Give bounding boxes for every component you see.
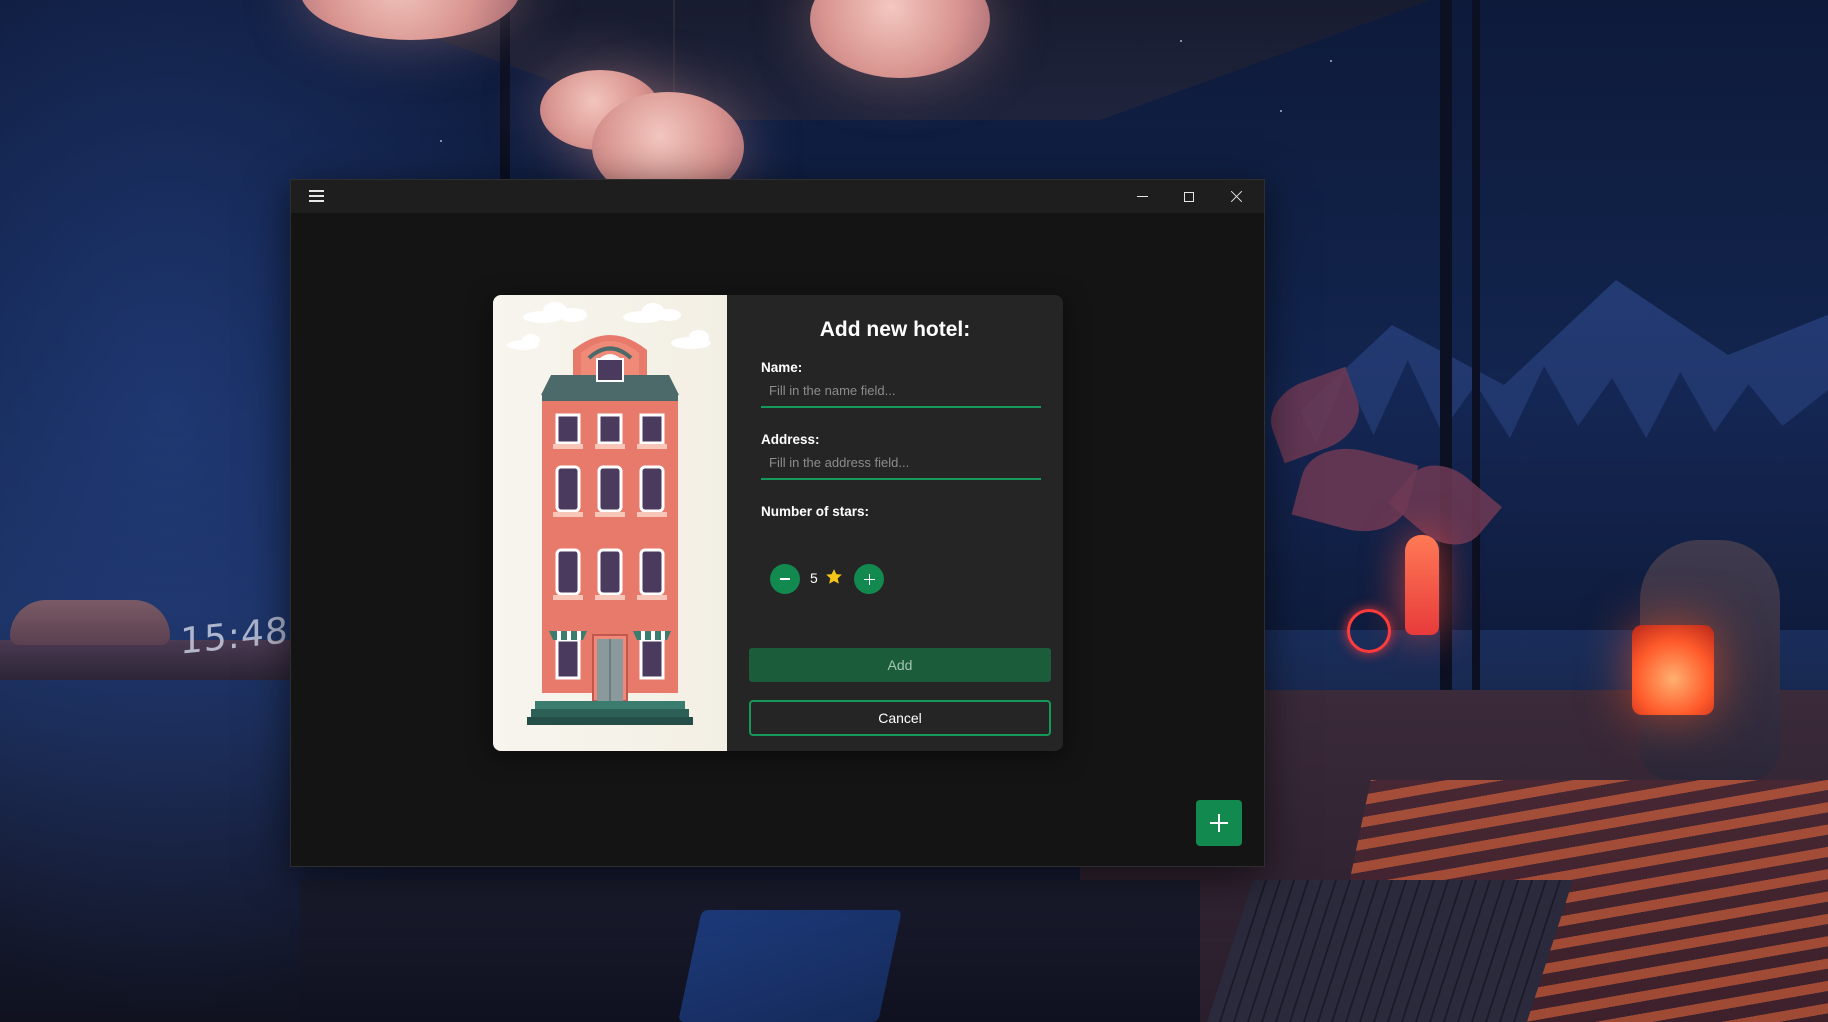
wallpaper-lava-lamp — [1405, 535, 1439, 635]
add-button[interactable]: Add — [749, 648, 1051, 682]
wallpaper-stove-fire — [1632, 625, 1714, 715]
wallpaper-window-post — [500, 0, 510, 180]
wallpaper-keyboard — [1206, 880, 1574, 1022]
minimize-button[interactable] — [1119, 180, 1165, 213]
plus-icon — [1210, 814, 1228, 832]
lamp-cord — [673, 0, 675, 95]
address-input[interactable] — [761, 446, 1041, 480]
wallpaper-star — [1280, 110, 1282, 112]
maximize-icon — [1184, 191, 1194, 202]
wallpaper-star — [1180, 40, 1182, 42]
close-button[interactable] — [1213, 180, 1259, 213]
hotel-building-illustration — [507, 302, 711, 725]
add-hotel-fab[interactable] — [1196, 800, 1242, 846]
name-label: Name: — [761, 360, 803, 375]
hotel-form: Add new hotel: Name: Address: Number of … — [727, 295, 1063, 751]
address-label: Address: — [761, 432, 820, 447]
add-hotel-dialog: Add new hotel: Name: Address: Number of … — [493, 295, 1063, 751]
wallpaper-window-post — [1472, 0, 1480, 700]
decrement-stars-button[interactable] — [770, 564, 800, 594]
minus-icon — [780, 578, 790, 580]
close-icon — [1230, 190, 1243, 203]
wallpaper-neon-ring — [1347, 609, 1391, 653]
star-icon — [826, 569, 842, 584]
wallpaper-star — [1330, 60, 1332, 62]
wallpaper-cat — [10, 600, 170, 645]
dialog-title: Add new hotel: — [819, 318, 971, 341]
stars-value: 5 — [810, 570, 818, 586]
minimize-icon — [1136, 196, 1148, 197]
wallpaper-star — [440, 140, 442, 142]
cancel-button[interactable]: Cancel — [749, 700, 1051, 736]
maximize-button[interactable] — [1166, 180, 1212, 213]
stars-label: Number of stars: — [761, 504, 870, 519]
app-window: Add new hotel: Name: Address: Number of … — [290, 179, 1265, 867]
increment-stars-button[interactable] — [854, 564, 884, 594]
hamburger-icon[interactable] — [309, 190, 324, 202]
plus-icon — [863, 573, 875, 585]
title-bar — [291, 180, 1264, 213]
wallpaper-window-post — [1440, 0, 1452, 700]
name-input[interactable] — [761, 374, 1041, 408]
hotel-illustration-panel — [493, 295, 727, 751]
wallpaper-laptop — [678, 910, 902, 1022]
